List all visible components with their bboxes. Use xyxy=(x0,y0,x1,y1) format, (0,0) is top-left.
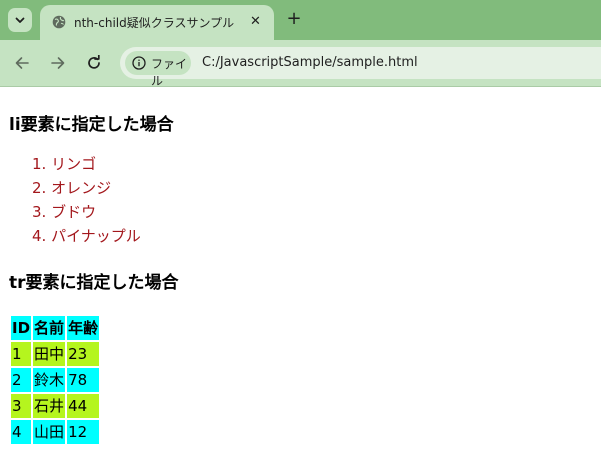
list-item: 1. リンゴ xyxy=(9,152,141,176)
list-label: パイナップル xyxy=(51,227,141,245)
chevron-down-icon xyxy=(15,17,25,23)
list-item: 3. ブドウ xyxy=(9,200,141,224)
cell-age: 23 xyxy=(67,342,100,366)
toolbar: ファイル C:/JavascriptSample/sample.html xyxy=(0,40,601,88)
globe-icon xyxy=(52,15,66,29)
table-row: 3 石井 44 xyxy=(11,394,100,418)
fruit-list: 1. リンゴ 2. オレンジ 3. ブドウ 4. パイナップル xyxy=(9,152,141,248)
url-text[interactable]: C:/JavascriptSample/sample.html xyxy=(202,55,418,70)
reload-icon xyxy=(88,55,100,69)
header-age: 年齢 xyxy=(67,316,100,340)
tab-search-button[interactable] xyxy=(8,8,32,32)
table-row: 1 田中 23 xyxy=(11,342,100,366)
cell-id: 2 xyxy=(11,368,32,392)
site-info-chip[interactable]: ファイル xyxy=(125,51,191,88)
cell-id: 1 xyxy=(11,342,32,366)
list-item: 2. オレンジ xyxy=(9,176,141,200)
cell-age: 44 xyxy=(67,394,100,418)
header-name: 名前 xyxy=(33,316,66,340)
active-tab[interactable]: nth-child疑似クラスサンプル ✕ xyxy=(40,5,274,40)
cell-age: 78 xyxy=(67,368,100,392)
people-table: ID 名前 年齢 1 田中 23 2 鈴木 78 3 石井 44 4 山田 12 xyxy=(9,314,101,446)
cell-id: 3 xyxy=(11,394,32,418)
list-number: 2. xyxy=(32,179,47,197)
info-icon xyxy=(132,56,146,70)
forward-button[interactable] xyxy=(48,53,68,73)
heading-tr: tr要素に指定した場合 xyxy=(9,273,179,293)
list-item: 4. パイナップル xyxy=(9,224,141,248)
header-id: ID xyxy=(11,316,32,340)
close-tab-icon[interactable]: ✕ xyxy=(250,14,261,30)
cell-name: 山田 xyxy=(33,420,66,444)
address-bar[interactable]: ファイル C:/JavascriptSample/sample.html xyxy=(120,47,601,88)
cell-name: 田中 xyxy=(33,342,66,366)
table-header-row: ID 名前 年齢 xyxy=(11,316,100,340)
table-row: 4 山田 12 xyxy=(11,420,100,444)
arrow-left-icon xyxy=(15,57,29,69)
page-content: li要素に指定した場合 1. リンゴ 2. オレンジ 3. ブドウ 4. パイナ… xyxy=(0,87,601,473)
list-label: オレンジ xyxy=(51,179,112,197)
tab-title: nth-child疑似クラスサンプル xyxy=(74,16,235,30)
table-row: 2 鈴木 78 xyxy=(11,368,100,392)
back-button[interactable] xyxy=(12,53,32,73)
heading-li: li要素に指定した場合 xyxy=(9,115,174,135)
site-chip-label: ファイル xyxy=(151,57,188,88)
cell-name: 石井 xyxy=(33,394,66,418)
tab-strip: nth-child疑似クラスサンプル ✕ + xyxy=(0,0,601,40)
list-label: リンゴ xyxy=(51,155,97,173)
arrow-right-icon xyxy=(51,57,65,69)
cell-name: 鈴木 xyxy=(33,368,66,392)
cell-age: 12 xyxy=(67,420,100,444)
list-number: 4. xyxy=(32,227,47,245)
list-number: 1. xyxy=(32,155,47,173)
list-number: 3. xyxy=(32,203,47,221)
list-label: ブドウ xyxy=(51,203,97,221)
reload-button[interactable] xyxy=(84,53,104,73)
new-tab-button[interactable]: + xyxy=(284,9,304,29)
cell-id: 4 xyxy=(11,420,32,444)
